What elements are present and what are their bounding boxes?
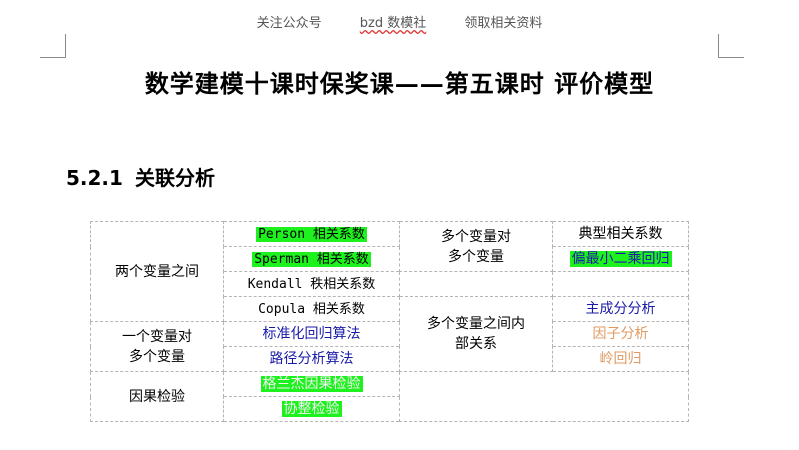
pca: 主成分分析 xyxy=(585,301,656,317)
table-cell: 典型相关系数 xyxy=(552,221,689,247)
sperman-corr: Sperman 相关系数 xyxy=(252,251,371,267)
table-row: 一个变量对 多个变量 标准化回归算法 因子分析 xyxy=(90,321,689,372)
crop-mark-top-left xyxy=(40,34,66,58)
granger-test: 格兰杰因果检验 xyxy=(260,376,363,392)
header-resources-text: 领取相关资料 xyxy=(464,16,543,31)
table-cell: Sperman 相关系数 xyxy=(223,246,400,272)
pls-regression: 偏最小二乘回归 xyxy=(569,251,672,267)
table-cell: 路径分析算法 xyxy=(223,346,400,372)
table-cell: Copula 相关系数 xyxy=(223,296,400,322)
table-cell: 主成分分析 xyxy=(552,296,689,322)
section-number: 5.2.1 xyxy=(66,166,123,190)
table-cell: 因子分析 xyxy=(552,321,689,347)
cointegration-test: 协整检验 xyxy=(281,401,342,417)
std-regression: 标准化回归算法 xyxy=(262,326,361,342)
table-cell: 协整检验 xyxy=(223,396,400,422)
empty-cell xyxy=(399,271,553,297)
table-cell: 标准化回归算法 xyxy=(223,321,400,347)
empty-cell xyxy=(552,271,689,297)
group-one-to-many: 一个变量对 多个变量 xyxy=(90,321,224,372)
path-analysis: 路径分析算法 xyxy=(269,351,354,367)
crop-mark-top-right xyxy=(718,34,744,58)
header-brand-text: bzd 数模社 xyxy=(359,16,427,31)
table-cell: 格兰杰因果检验 xyxy=(223,371,400,397)
copula-corr: Copula 相关系数 xyxy=(258,301,365,317)
table-cell: Person 相关系数 xyxy=(223,221,400,247)
empty-cell xyxy=(399,371,689,422)
section-title: 关联分析 xyxy=(134,166,215,190)
correlation-methods-table: 两个变量之间 Person 相关系数 多个变量对 多个变量 典型相关系数 Spe… xyxy=(90,221,689,422)
table-cell: Kendall 秩相关系数 xyxy=(223,271,400,297)
person-corr: Person 相关系数 xyxy=(256,226,367,242)
table-row: 因果检验 格兰杰因果检验 xyxy=(90,371,689,422)
table-row: 两个变量之间 Person 相关系数 多个变量对 多个变量 典型相关系数 xyxy=(90,221,689,322)
header-follow-text: 关注公众号 xyxy=(256,16,322,31)
canonical-corr: 典型相关系数 xyxy=(578,226,663,242)
group-causal-test: 因果检验 xyxy=(90,371,224,422)
ridge-regression: 岭回归 xyxy=(599,351,642,367)
group-many-to-many: 多个变量对 多个变量 xyxy=(399,221,553,272)
kendall-corr: Kendall 秩相关系数 xyxy=(247,276,376,292)
group-two-variables: 两个变量之间 xyxy=(90,221,224,322)
group-internal-relations: 多个变量之间内 部关系 xyxy=(399,296,553,372)
table-cell: 偏最小二乘回归 xyxy=(552,246,689,272)
table-cell: 岭回归 xyxy=(552,346,689,372)
document-title: 数学建模十课时保奖课——第五课时 评价模型 xyxy=(144,69,655,98)
section-heading: 5.2.1 关联分析 xyxy=(66,162,215,191)
factor-analysis: 因子分析 xyxy=(592,326,649,342)
page-header: 关注公众号 bzd 数模社 领取相关资料 xyxy=(0,12,799,31)
